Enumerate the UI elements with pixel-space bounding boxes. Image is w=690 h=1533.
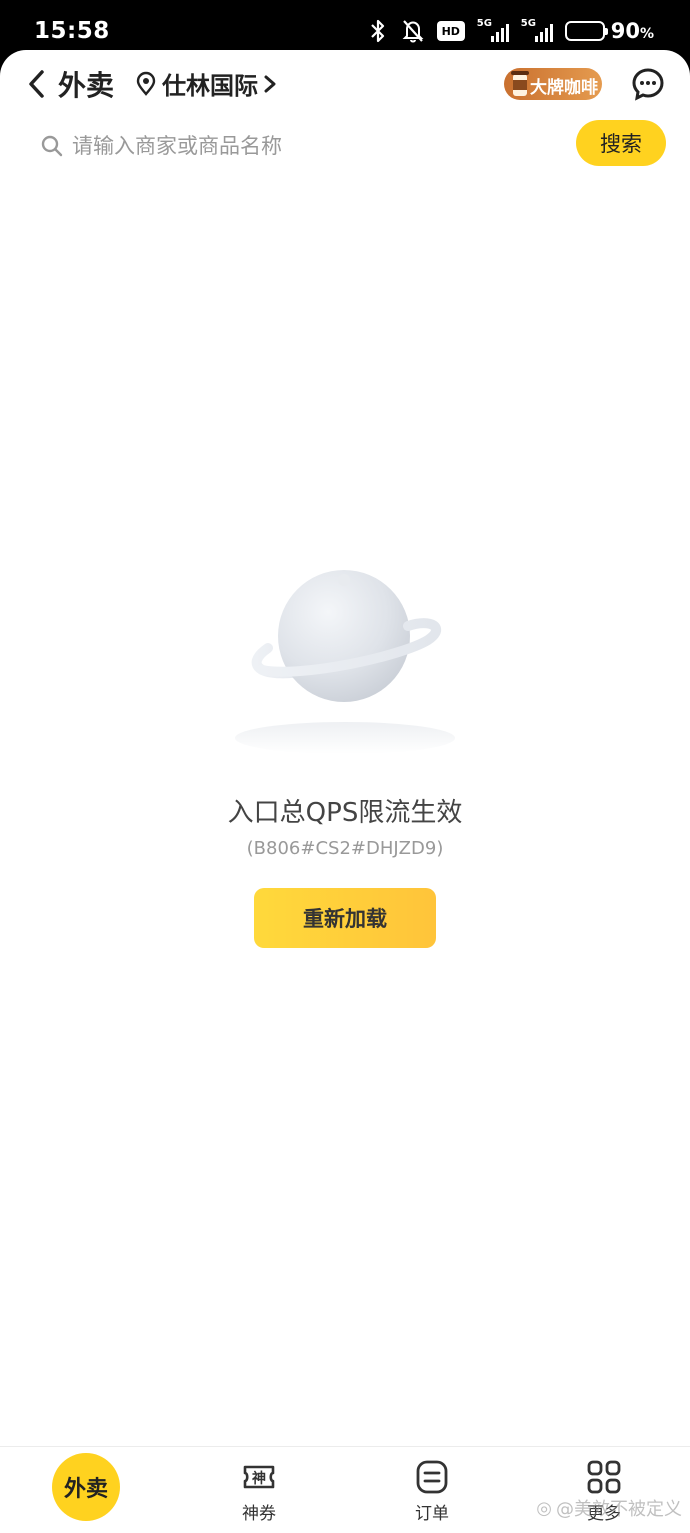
promo-banner[interactable]: 大牌咖啡: [504, 68, 602, 100]
battery-percent: 90: [610, 19, 640, 43]
page-title: 外卖: [58, 69, 115, 102]
search-bar: 搜索: [0, 116, 690, 176]
planet-illustration: [232, 558, 458, 758]
tab-orders-label: 订单: [415, 1504, 449, 1524]
signal-5g-icon: 5G: [477, 18, 509, 42]
app-screen: 外卖 仕林国际 大牌咖啡 搜索: [0, 50, 690, 1533]
error-message: 入口总QPS限流生效: [227, 798, 463, 828]
weibo-icon: ◎: [536, 1497, 552, 1519]
tab-home-label: 外卖: [63, 1477, 108, 1502]
top-nav: 外卖 仕林国际 大牌咖啡: [0, 50, 690, 116]
location-name: 仕林国际: [162, 72, 258, 100]
promo-label: 大牌咖啡: [530, 78, 598, 98]
chevron-right-icon: [264, 75, 276, 92]
chevron-left-icon: [29, 70, 44, 98]
bluetooth-icon: [367, 18, 389, 44]
watermark: ◎ @美效不被定义: [536, 1495, 682, 1521]
message-button[interactable]: [630, 66, 666, 102]
search-icon: [41, 135, 63, 157]
hd-voice-badge: HD: [436, 21, 465, 41]
reload-button[interactable]: 重新加载: [254, 888, 436, 948]
battery-icon: [564, 21, 608, 41]
battery-indicator: 90%: [564, 19, 654, 43]
location-selector[interactable]: 仕林国际: [134, 66, 278, 101]
svg-text:神: 神: [252, 1470, 266, 1487]
status-icons: HD 5G 5G 90%: [367, 16, 654, 46]
bottom-tab-bar: 外卖 神 神券 订单 更多 ◎ @美效不被定义: [0, 1446, 690, 1533]
back-button[interactable]: [24, 66, 54, 102]
grid-icon: [587, 1460, 621, 1494]
watermark-text: @美效不被定义: [556, 1499, 682, 1520]
chat-bubble-icon: [632, 68, 664, 101]
location-pin-icon: [136, 71, 156, 96]
status-time: 15:58: [34, 18, 110, 44]
error-code: (B806#CS2#DHJZD9): [246, 838, 444, 859]
tab-orders[interactable]: 订单: [387, 1447, 477, 1533]
mute-bell-icon: [401, 18, 425, 44]
search-button[interactable]: 搜索: [576, 120, 666, 166]
signal-5g-icon-2: 5G: [521, 18, 553, 42]
tab-coupons[interactable]: 神 神券: [214, 1447, 304, 1533]
tab-home[interactable]: 外卖: [52, 1453, 120, 1521]
order-list-icon: [416, 1460, 448, 1494]
coupon-icon: 神: [243, 1465, 275, 1489]
tab-coupons-label: 神券: [242, 1504, 276, 1524]
search-input[interactable]: [72, 126, 552, 166]
